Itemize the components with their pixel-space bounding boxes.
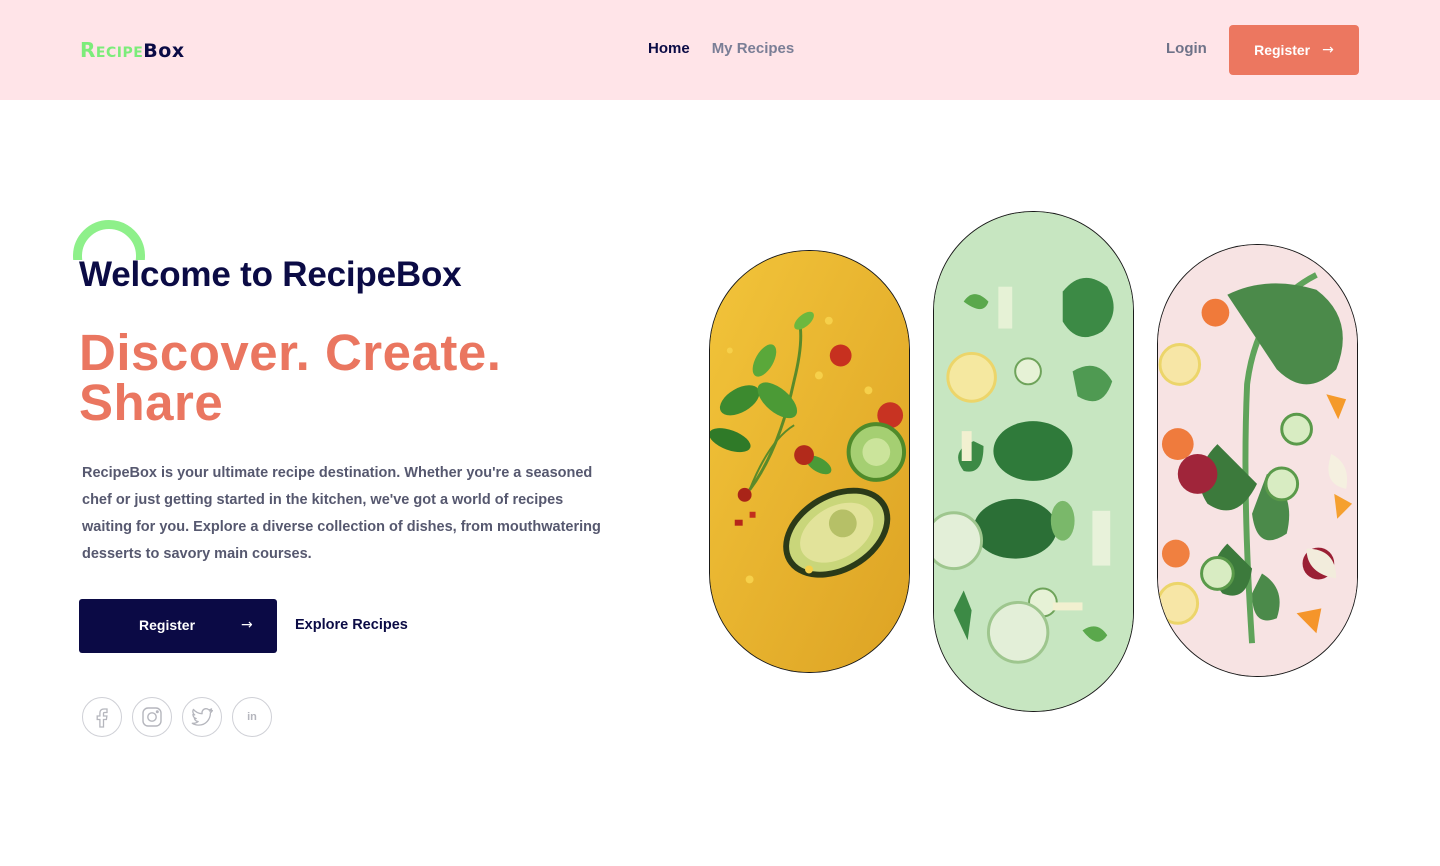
food-image-avocado-basil	[709, 250, 910, 673]
arrow-right-icon: →	[1322, 42, 1334, 58]
linkedin-icon[interactable]: in	[232, 697, 272, 737]
hero-description: RecipeBox is your ultimate recipe destin…	[82, 465, 601, 562]
hero-register-button[interactable]: Register →	[79, 599, 277, 653]
nav-home[interactable]: Home	[648, 40, 690, 57]
header-register-label: Register	[1254, 42, 1311, 58]
logo-part-box: Box	[143, 40, 185, 62]
social-links: in	[82, 697, 272, 737]
linkedin-text: in	[247, 711, 257, 723]
welcome-heading: Welcome to RecipeBox	[79, 255, 462, 294]
header-register-button[interactable]: Register →	[1229, 25, 1359, 75]
nav-my-recipes[interactable]: My Recipes	[712, 40, 795, 57]
header: RecipeBox Home My Recipes Login Register…	[0, 0, 1440, 100]
arrow-right-icon: →	[241, 617, 253, 633]
logo-part-recipe: Recipe	[80, 38, 144, 62]
login-link[interactable]: Login	[1166, 40, 1207, 57]
logo[interactable]: RecipeBox	[80, 38, 185, 63]
main-nav: Home My Recipes	[648, 40, 794, 57]
instagram-icon[interactable]	[132, 697, 172, 737]
food-image-kale-beets	[1157, 244, 1358, 677]
food-image-greens-flatlay	[933, 211, 1134, 712]
hero-register-label: Register	[139, 617, 196, 633]
explore-recipes-link[interactable]: Explore Recipes	[295, 617, 408, 633]
decorative-arc	[73, 220, 145, 260]
facebook-icon[interactable]	[82, 697, 122, 737]
twitter-icon[interactable]	[182, 697, 222, 737]
hero-tagline: Discover. Create. Share	[79, 324, 502, 431]
